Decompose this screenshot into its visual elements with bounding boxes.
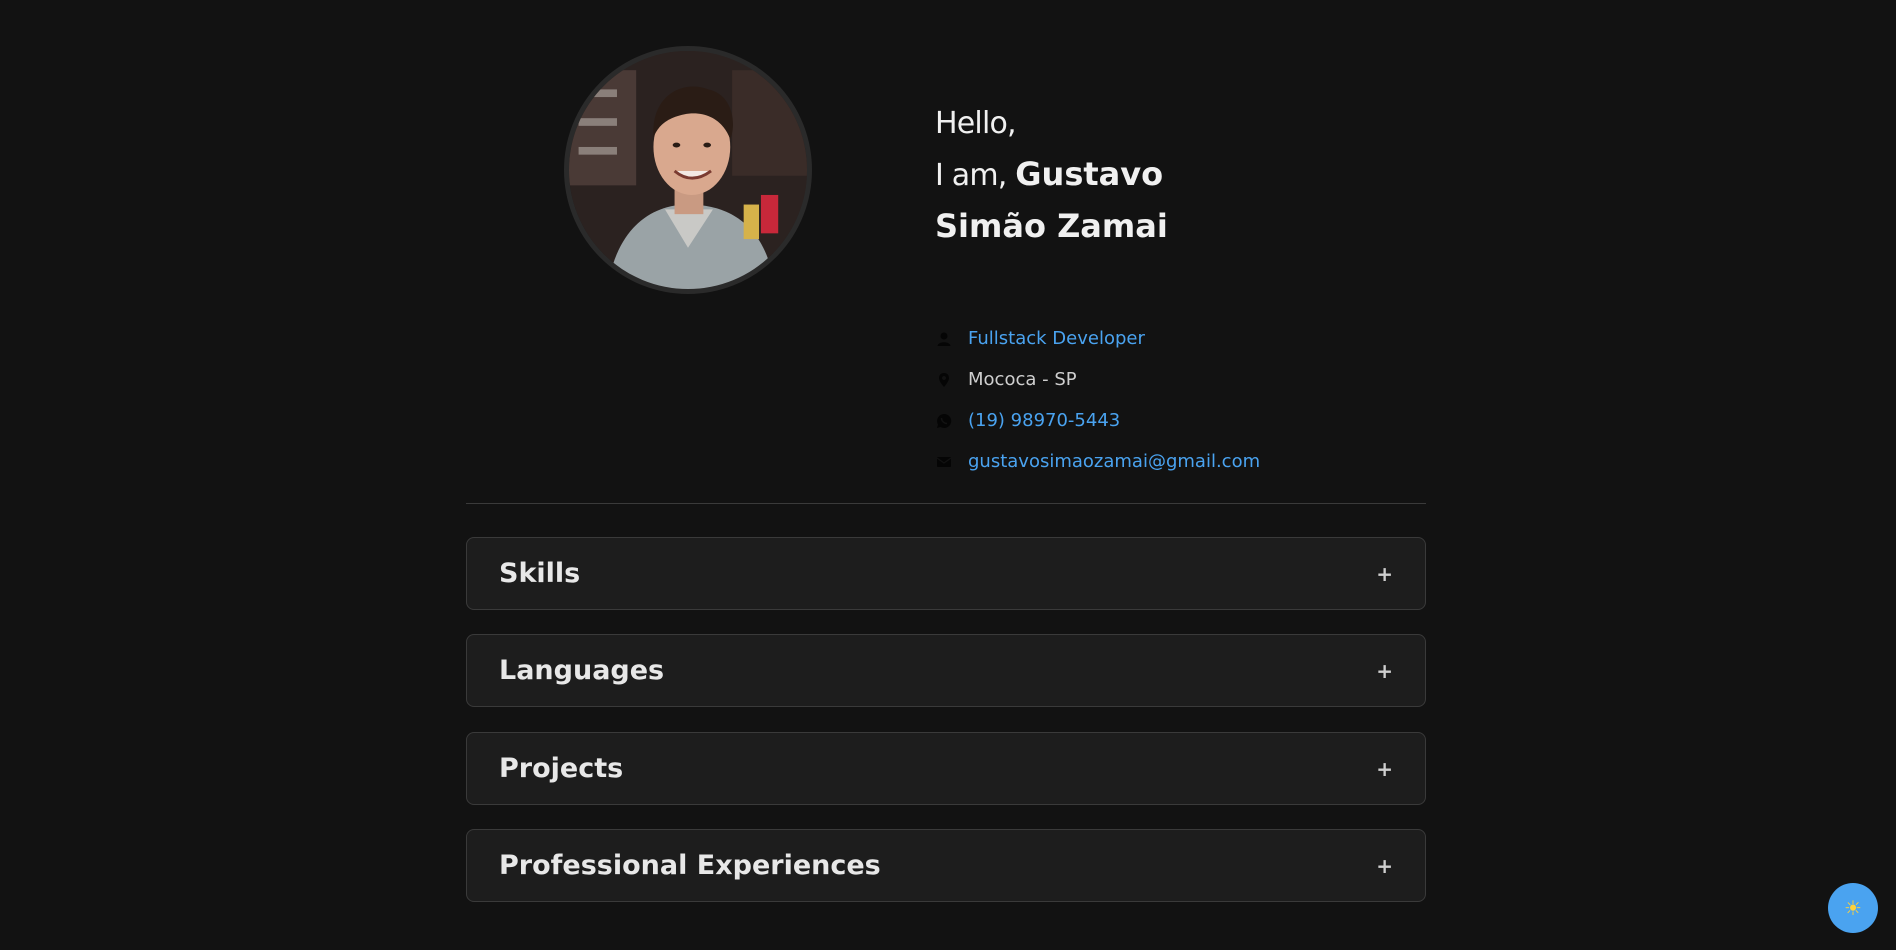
divider xyxy=(466,503,1426,504)
avatar xyxy=(564,46,812,294)
section-title: Skills xyxy=(499,558,581,589)
person-icon xyxy=(935,330,953,348)
plus-icon[interactable]: + xyxy=(1376,759,1393,779)
plus-icon[interactable]: + xyxy=(1376,856,1393,876)
name-first: Gustavo xyxy=(1015,155,1164,193)
section-title: Professional Experiences xyxy=(499,850,881,881)
role-row: Fullstack Developer xyxy=(935,318,1335,359)
section-title: Languages xyxy=(499,655,665,686)
whatsapp-icon xyxy=(935,412,953,430)
location-text: Mococa - SP xyxy=(968,369,1077,390)
theme-toggle-button[interactable]: ☀ xyxy=(1828,883,1878,933)
phone-link[interactable]: (19) 98970-5443 xyxy=(968,410,1120,431)
section-title: Projects xyxy=(499,753,624,784)
greeting-line: Hello, xyxy=(935,106,1017,141)
greeting: Hello, I am, Gustavo Simão Zamai xyxy=(935,98,1315,252)
plus-icon[interactable]: + xyxy=(1376,661,1393,681)
section-projects[interactable]: Projects + xyxy=(466,732,1426,805)
name-rest: Simão Zamai xyxy=(935,207,1168,245)
contact-info: Fullstack Developer Mococa - SP (19) 989… xyxy=(935,318,1335,482)
location-row: Mococa - SP xyxy=(935,359,1335,400)
phone-row: (19) 98970-5443 xyxy=(935,400,1335,441)
role-link[interactable]: Fullstack Developer xyxy=(968,328,1145,349)
sun-icon: ☀ xyxy=(1844,897,1862,920)
section-languages[interactable]: Languages + xyxy=(466,634,1426,707)
map-pin-icon xyxy=(935,371,953,389)
section-professional-experiences[interactable]: Professional Experiences + xyxy=(466,829,1426,902)
email-row: gustavosimaozamai@gmail.com xyxy=(935,441,1335,482)
plus-icon[interactable]: + xyxy=(1376,564,1393,584)
email-link[interactable]: gustavosimaozamai@gmail.com xyxy=(968,451,1260,472)
intro-line: I am, Gustavo xyxy=(935,149,1315,201)
mail-icon xyxy=(935,453,953,471)
section-skills[interactable]: Skills + xyxy=(466,537,1426,610)
page: Hello, I am, Gustavo Simão Zamai Fullsta… xyxy=(0,0,1896,950)
intro-prefix: I am, xyxy=(935,158,1007,193)
profile-photo xyxy=(569,51,807,289)
